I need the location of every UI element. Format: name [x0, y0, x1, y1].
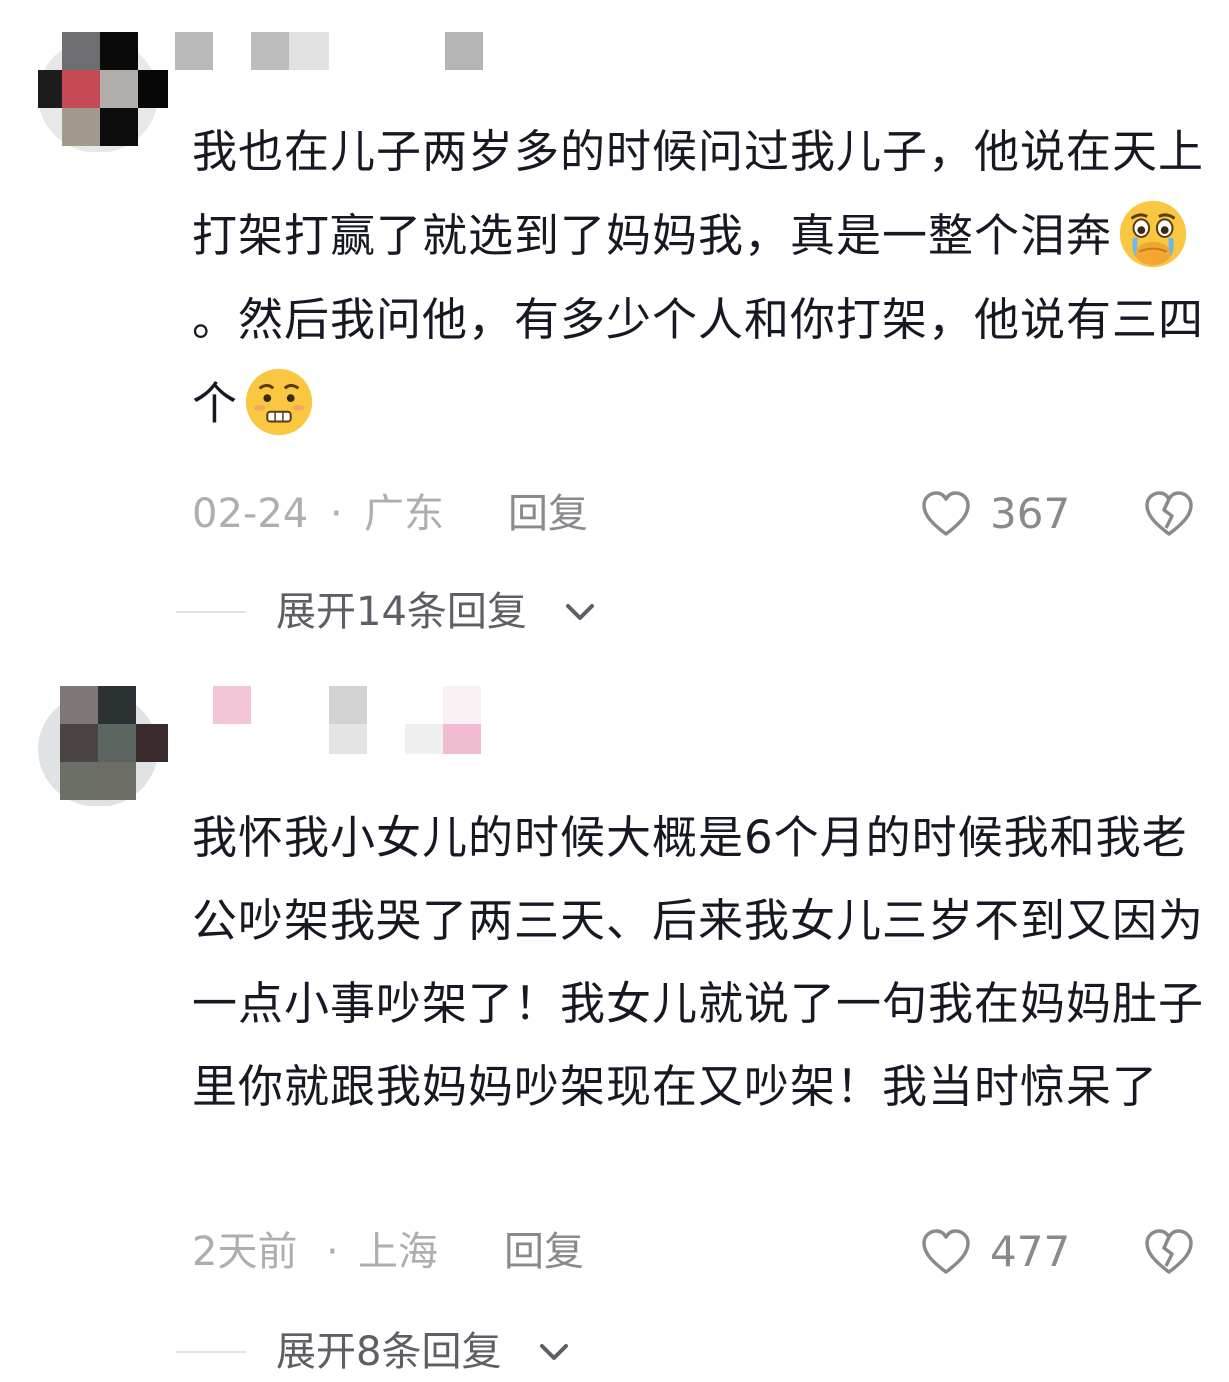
grimace-face-emoji	[245, 368, 313, 436]
reply-button[interactable]: 回复	[504, 1222, 584, 1282]
teary-face-emoji	[1119, 200, 1187, 268]
comment-time: 2天前	[192, 1229, 298, 1275]
broken-heart-icon[interactable]	[1142, 488, 1196, 540]
username-pixelated[interactable]	[175, 32, 505, 92]
heart-outline-icon[interactable]	[920, 488, 972, 540]
broken-heart-icon[interactable]	[1142, 1226, 1196, 1278]
comment-text-part: 我也在儿子两岁多的时候问过我儿子，他说在天上打架打赢了就选到了妈妈我，真是一整个…	[192, 125, 1205, 262]
meta-separator: ·	[326, 1229, 339, 1275]
like-count: 477	[990, 1227, 1071, 1276]
comment-text: 我也在儿子两岁多的时候问过我儿子，他说在天上打架打赢了就选到了妈妈我，真是一整个…	[192, 110, 1207, 446]
comment-item: 我怀我小女儿的时候大概是6个月的时候我和我老公吵架我哭了两三天、后来我女儿三岁不…	[0, 660, 1229, 1375]
expand-replies-label: 展开14条回复	[276, 589, 527, 635]
chevron-down-icon	[540, 1344, 568, 1360]
heart-outline-icon[interactable]	[920, 1226, 972, 1278]
like-count: 367	[990, 489, 1071, 538]
expand-replies[interactable]: 展开14条回复	[176, 582, 676, 642]
comment-meta: 2天前 · 上海 回复 477	[192, 1222, 1207, 1282]
avatar[interactable]	[38, 686, 168, 806]
expand-replies-label: 展开8条回复	[276, 1329, 502, 1375]
comment-meta: 02-24 · 广东 回复 367	[192, 484, 1207, 544]
expand-divider	[176, 611, 246, 613]
avatar[interactable]	[38, 32, 168, 152]
reply-button[interactable]: 回复	[508, 484, 588, 544]
comment-location: 广东	[364, 491, 444, 537]
comment-text: 我怀我小女儿的时候大概是6个月的时候我和我老公吵架我哭了两三天、后来我女儿三岁不…	[192, 811, 1205, 1113]
meta-separator: ·	[330, 491, 343, 537]
comment-text-part: 。然后我问他，有多少个人和你打架，他说有三四个	[192, 293, 1205, 430]
username-pixelated[interactable]	[175, 686, 505, 754]
comment-location: 上海	[358, 1229, 438, 1275]
chevron-down-icon	[566, 604, 594, 620]
comment-item: 我也在儿子两岁多的时候问过我儿子，他说在天上打架打赢了就选到了妈妈我，真是一整个…	[0, 0, 1229, 660]
expand-replies[interactable]: 展开8条回复	[176, 1322, 676, 1382]
expand-divider	[176, 1351, 246, 1353]
comment-time: 02-24	[192, 491, 309, 537]
